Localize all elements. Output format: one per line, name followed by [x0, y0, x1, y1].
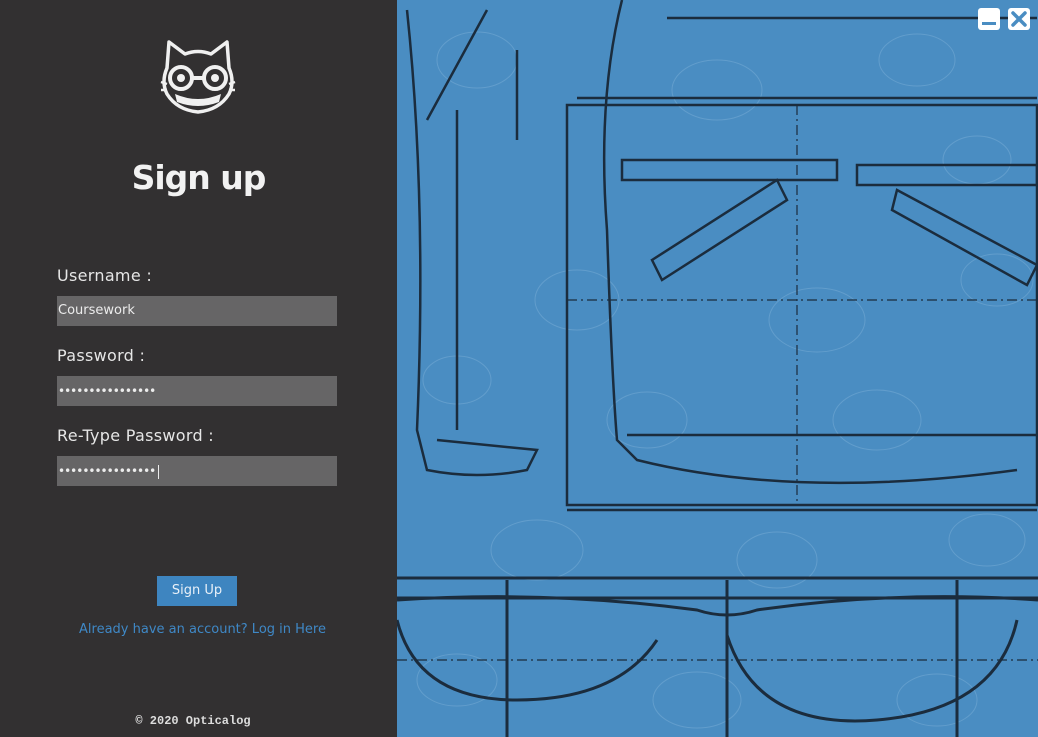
retype-password-field[interactable]: •••••••••••••••• — [57, 456, 337, 486]
minimize-button[interactable] — [978, 8, 1000, 30]
retype-password-label: Re-Type Password : — [57, 426, 214, 445]
page-title: Sign up — [131, 158, 267, 197]
password-label: Password : — [57, 346, 146, 365]
login-link[interactable]: Already have an account? Log in Here — [0, 622, 405, 637]
signup-button[interactable]: Sign Up — [157, 576, 237, 606]
retype-password-value: •••••••••••••••• — [58, 464, 156, 478]
close-icon — [1011, 11, 1027, 27]
text-cursor — [158, 464, 160, 479]
blueprint-background — [397, 0, 1038, 737]
username-label: Username : — [57, 266, 153, 285]
cat-glasses-logo — [160, 40, 236, 114]
signup-panel: Sign up Username : Coursework Password :… — [0, 0, 397, 737]
close-button[interactable] — [1008, 8, 1030, 30]
eyeglasses-blueprint-image — [397, 0, 1038, 737]
password-field[interactable]: •••••••••••••••• — [57, 376, 337, 406]
minimize-icon — [982, 22, 996, 25]
username-field[interactable]: Coursework — [57, 296, 337, 326]
copyright-footer: © 2020 Opticalog — [135, 714, 251, 728]
